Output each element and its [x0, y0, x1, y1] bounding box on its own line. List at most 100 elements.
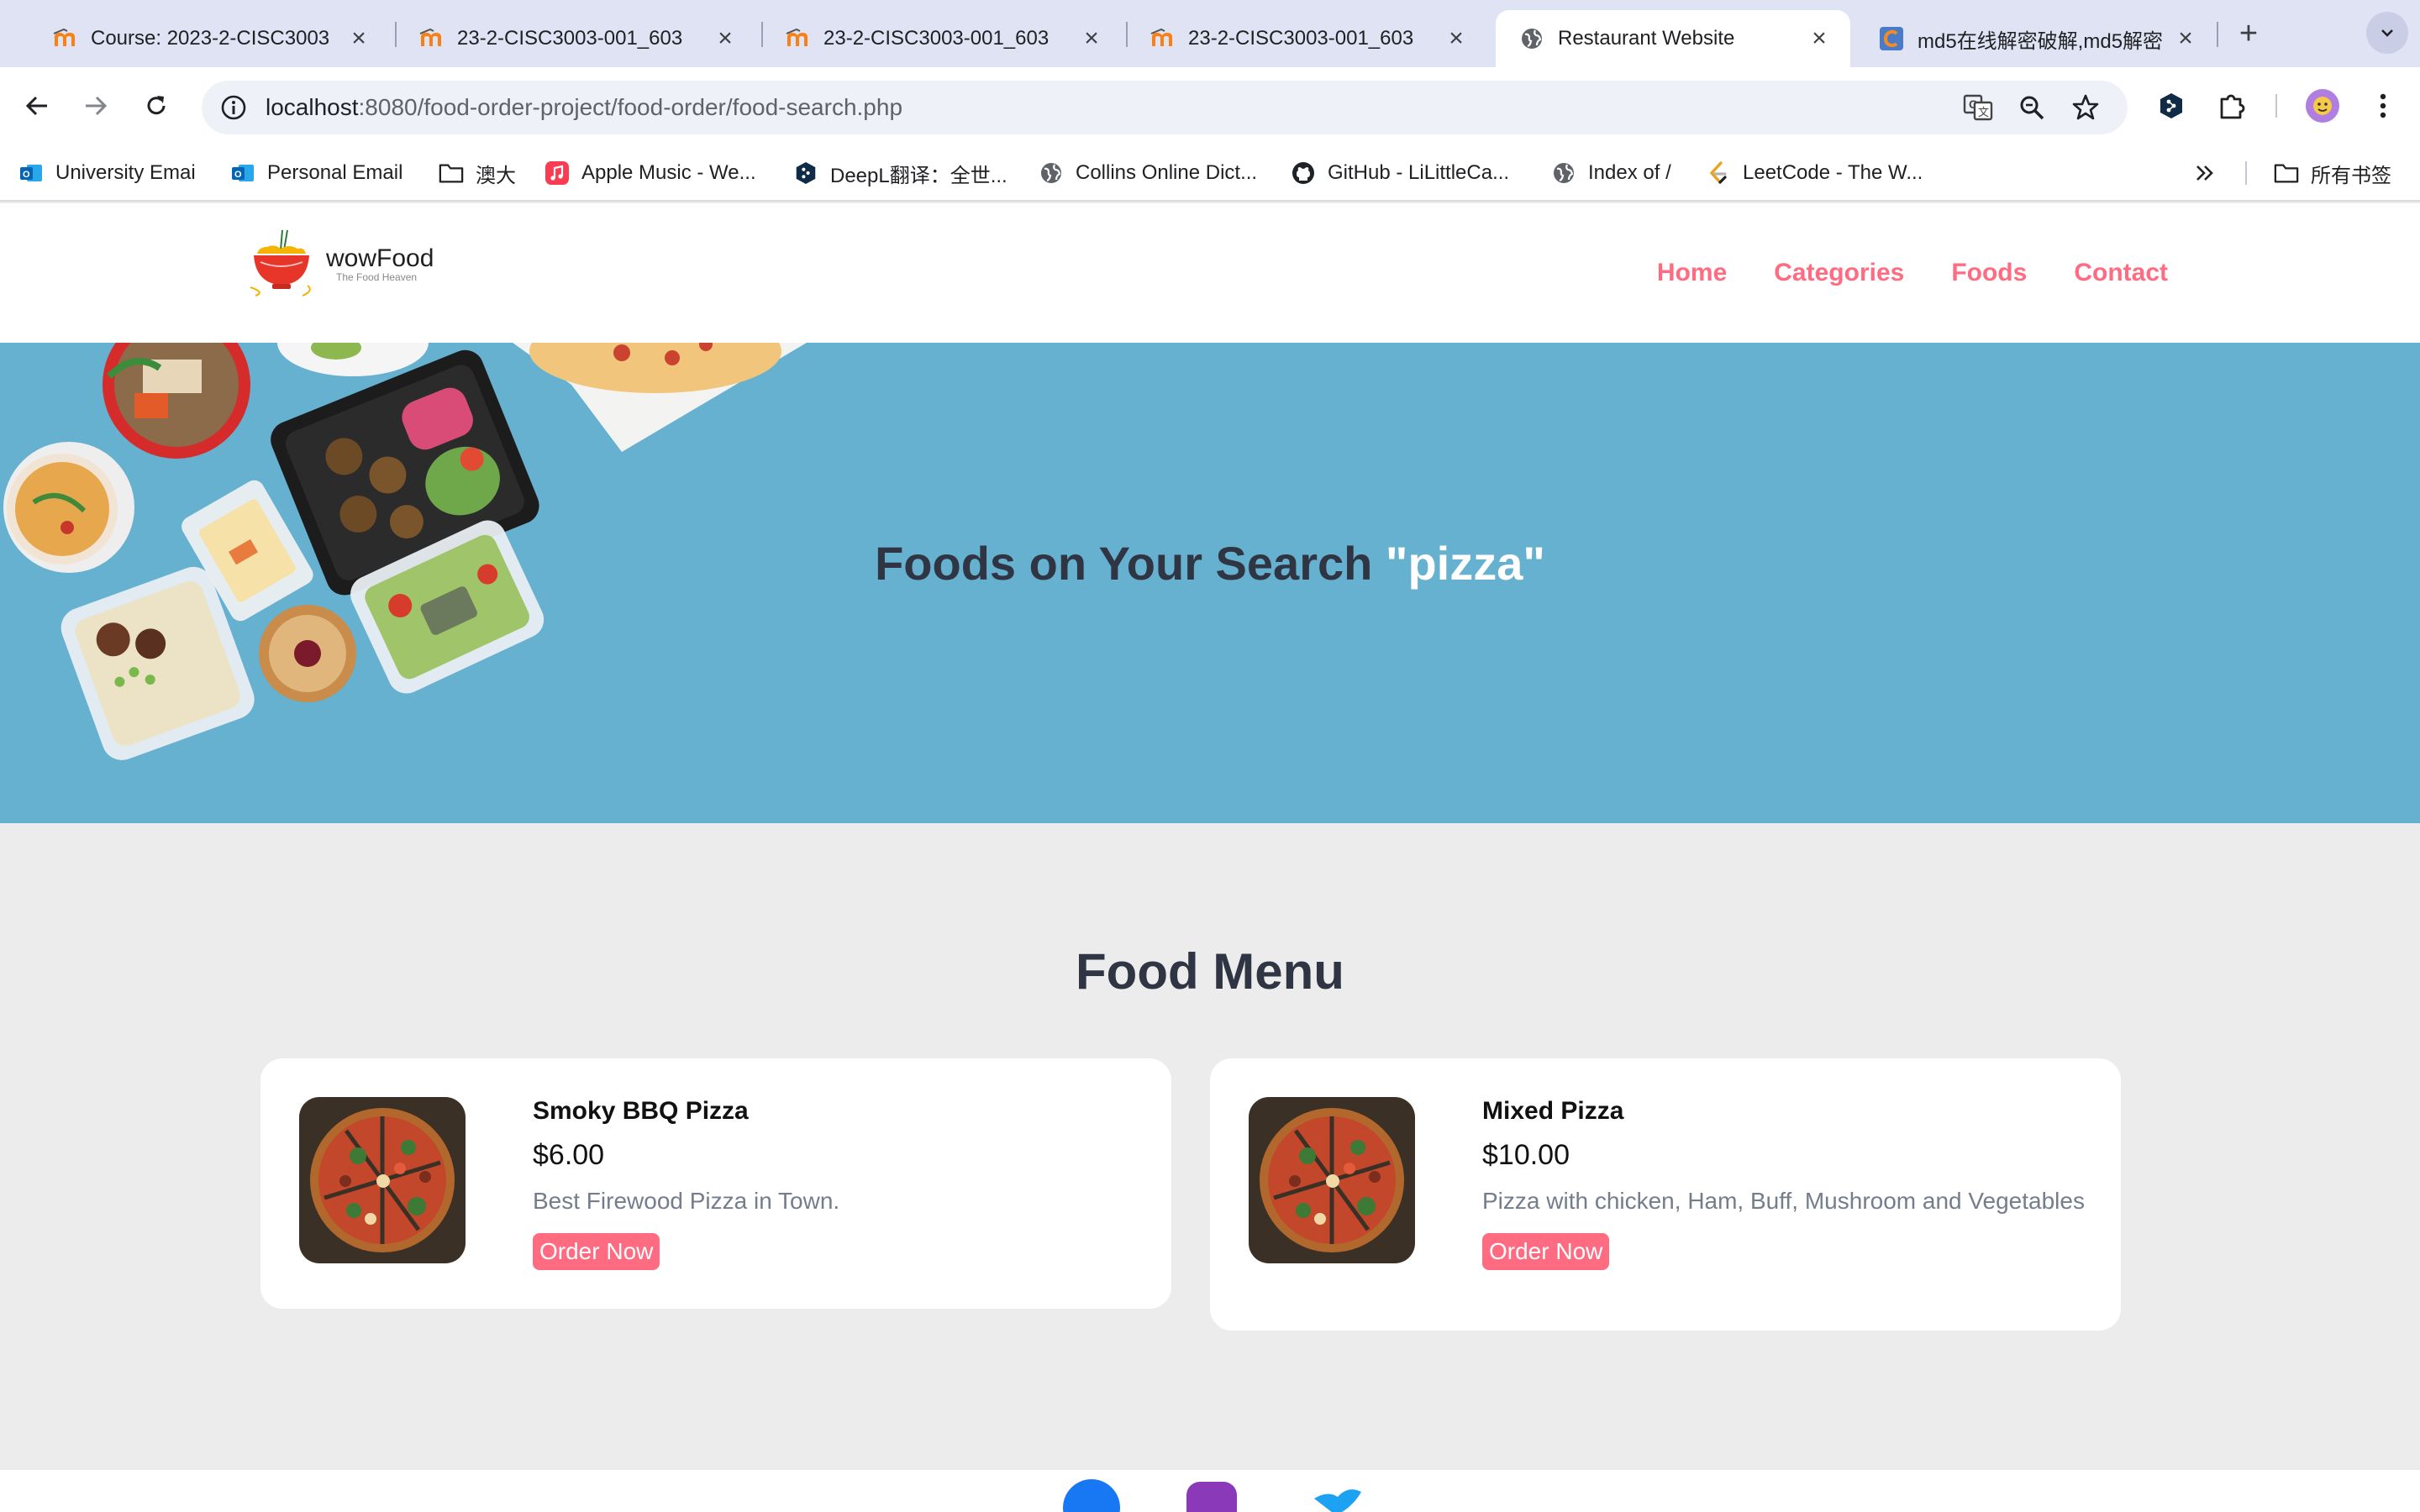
- bookmark-item[interactable]: DeepL翻译：全世...: [793, 156, 1007, 190]
- bookmark-item[interactable]: O Personal Email: [230, 156, 402, 190]
- twitter-icon[interactable]: [1311, 1482, 1365, 1512]
- food-name: Smoky BBQ Pizza: [533, 1097, 749, 1125]
- food-menu-card: Mixed Pizza $10.00 Pizza with chicken, H…: [1210, 1058, 2121, 1331]
- apple-music-icon: [544, 160, 570, 186]
- moodle-icon: [1150, 26, 1175, 51]
- bookmarks-divider: [2245, 161, 2247, 185]
- bookmark-item[interactable]: GitHub - LiLittleCa...: [1291, 156, 1509, 190]
- food-description: Pizza with chicken, Ham, Buff, Mushroom …: [1482, 1188, 2085, 1214]
- tab-separator: [2217, 22, 2218, 47]
- bookmark-label: Personal Email: [267, 161, 403, 184]
- bookmark-folder[interactable]: 澳大: [439, 156, 516, 190]
- nav-foods[interactable]: Foods: [1951, 259, 2027, 287]
- bookmarks-bar: O University Emai O Personal Email 澳大 Ap…: [0, 144, 2420, 202]
- url-path: :8080/food-order-project/food-order/food…: [358, 94, 903, 120]
- food-menu-title: Food Menu: [1076, 943, 1344, 1000]
- food-price: $10.00: [1482, 1139, 1570, 1171]
- chevron-down-icon: [2381, 29, 2393, 37]
- search-results-heading: Foods on Your Search "pizza": [0, 536, 2420, 591]
- forward-arrow-icon: [86, 96, 108, 116]
- more-menu-icon[interactable]: [2365, 87, 2402, 124]
- browser-tab[interactable]: 23-2-CISC3003-001_603 ×: [1126, 10, 1487, 67]
- bookmark-item[interactable]: Index of /: [1551, 156, 1671, 190]
- pizza-image-icon: [1249, 1097, 1415, 1263]
- logo-tagline: The Food Heaven: [336, 271, 418, 283]
- noodle-bowl-logo-icon: [250, 229, 311, 297]
- new-tab-button[interactable]: +: [2230, 15, 2267, 52]
- logo-name: wowFood: [326, 244, 434, 272]
- bookmark-star-icon[interactable]: [2069, 91, 2102, 124]
- profile-avatar[interactable]: [2304, 87, 2341, 124]
- bookmark-item[interactable]: O University Emai: [18, 156, 196, 190]
- browser-tab[interactable]: 23-2-CISC3003-001_603 ×: [395, 10, 756, 67]
- leetcode-icon: [1706, 160, 1731, 186]
- browser-tab[interactable]: md5在线解密破解,md5解密 ×: [1855, 10, 2217, 67]
- order-now-button[interactable]: Order Now: [1482, 1233, 1610, 1270]
- close-icon[interactable]: ×: [713, 24, 738, 52]
- food-menu-card: Smoky BBQ Pizza $6.00 Best Firewood Pizz…: [260, 1058, 1171, 1309]
- pizza-image-icon: [299, 1097, 466, 1263]
- moodle-icon: [52, 26, 77, 51]
- bookmark-label: DeepL翻译：全世...: [830, 164, 1007, 187]
- close-icon[interactable]: ×: [1079, 24, 1104, 52]
- back-arrow-icon: [25, 96, 47, 116]
- reload-button[interactable]: [138, 87, 175, 124]
- outlook-icon: O: [230, 160, 255, 186]
- browser-tab[interactable]: 23-2-CISC3003-001_603 ×: [761, 10, 1123, 67]
- bookmark-item[interactable]: LeetCode - The W...: [1706, 156, 1923, 190]
- nav-contact[interactable]: Contact: [2074, 259, 2168, 287]
- extensions-puzzle-icon[interactable]: [2213, 87, 2250, 124]
- svg-text:O: O: [23, 170, 30, 180]
- browser-toolbar: localhost:8080/food-order-project/food-o…: [0, 67, 2420, 144]
- food-image: [1249, 1097, 1415, 1263]
- bookmark-item[interactable]: Apple Music - We...: [544, 156, 756, 190]
- outlook-icon: O: [18, 160, 44, 186]
- close-icon[interactable]: ×: [1444, 24, 1469, 52]
- social-footer: [0, 1470, 2420, 1512]
- github-icon: [1291, 160, 1316, 186]
- bookmark-label: GitHub - LiLittleCa...: [1328, 161, 1510, 184]
- close-icon[interactable]: ×: [2173, 24, 2198, 52]
- search-heading-prefix: Foods on Your Search: [875, 537, 1386, 590]
- address-bar[interactable]: localhost:8080/food-order-project/food-o…: [202, 81, 2128, 134]
- svg-text:文: 文: [1978, 106, 1989, 118]
- tab-title: 23-2-CISC3003-001_603: [457, 27, 683, 50]
- search-keyword: "pizza": [1385, 537, 1545, 590]
- deepl-icon: [793, 160, 818, 186]
- browser-tab-active[interactable]: Restaurant Website ×: [1496, 10, 1850, 67]
- translate-icon[interactable]: G文: [1961, 91, 1995, 124]
- nav-categories[interactable]: Categories: [1774, 259, 1904, 287]
- moodle-icon: [785, 26, 810, 51]
- reload-icon: [147, 96, 166, 115]
- bookmark-label: LeetCode - The W...: [1743, 161, 1923, 184]
- zoom-icon[interactable]: [2015, 91, 2049, 124]
- url-host: localhost: [266, 94, 359, 120]
- search-hero: Foods on Your Search "pizza": [0, 343, 2420, 823]
- bookmark-item[interactable]: Collins Online Dict...: [1039, 156, 1257, 190]
- bookmarks-overflow-button[interactable]: [2193, 156, 2217, 190]
- food-name: Mixed Pizza: [1482, 1097, 1624, 1125]
- close-icon[interactable]: ×: [346, 24, 371, 52]
- moodle-icon: [418, 26, 444, 51]
- food-price: $6.00: [533, 1139, 605, 1171]
- order-now-button[interactable]: Order Now: [533, 1233, 660, 1270]
- double-chevron-right-icon: [2196, 165, 2213, 181]
- food-image: [299, 1097, 466, 1263]
- food-menu-section: Food Menu Smoky BBQ Pizza $6.00 Best Fir…: [0, 823, 2420, 1470]
- url-text: localhost:8080/food-order-project/food-o…: [266, 94, 902, 121]
- nav-home[interactable]: Home: [1657, 259, 1727, 287]
- bookmark-label: 所有书签: [2311, 164, 2391, 187]
- browser-tab[interactable]: Course: 2023-2-CISC3003 ×: [29, 10, 390, 67]
- back-button[interactable]: [18, 87, 55, 124]
- tab-search-button[interactable]: [2366, 12, 2408, 54]
- site-info-icon[interactable]: [207, 81, 260, 134]
- all-bookmarks-folder[interactable]: 所有书签: [2274, 156, 2391, 190]
- facebook-icon[interactable]: [1062, 1478, 1121, 1512]
- site-header: wowFood The Food Heaven Home Categories …: [0, 203, 2420, 343]
- close-icon[interactable]: ×: [1807, 24, 1832, 52]
- toolbar-divider: [2275, 94, 2277, 118]
- instagram-icon[interactable]: [1185, 1480, 1239, 1512]
- forward-button[interactable]: [77, 87, 114, 124]
- site-logo[interactable]: wowFood The Food Heaven: [249, 228, 450, 299]
- deepl-extension-icon[interactable]: [2153, 87, 2190, 124]
